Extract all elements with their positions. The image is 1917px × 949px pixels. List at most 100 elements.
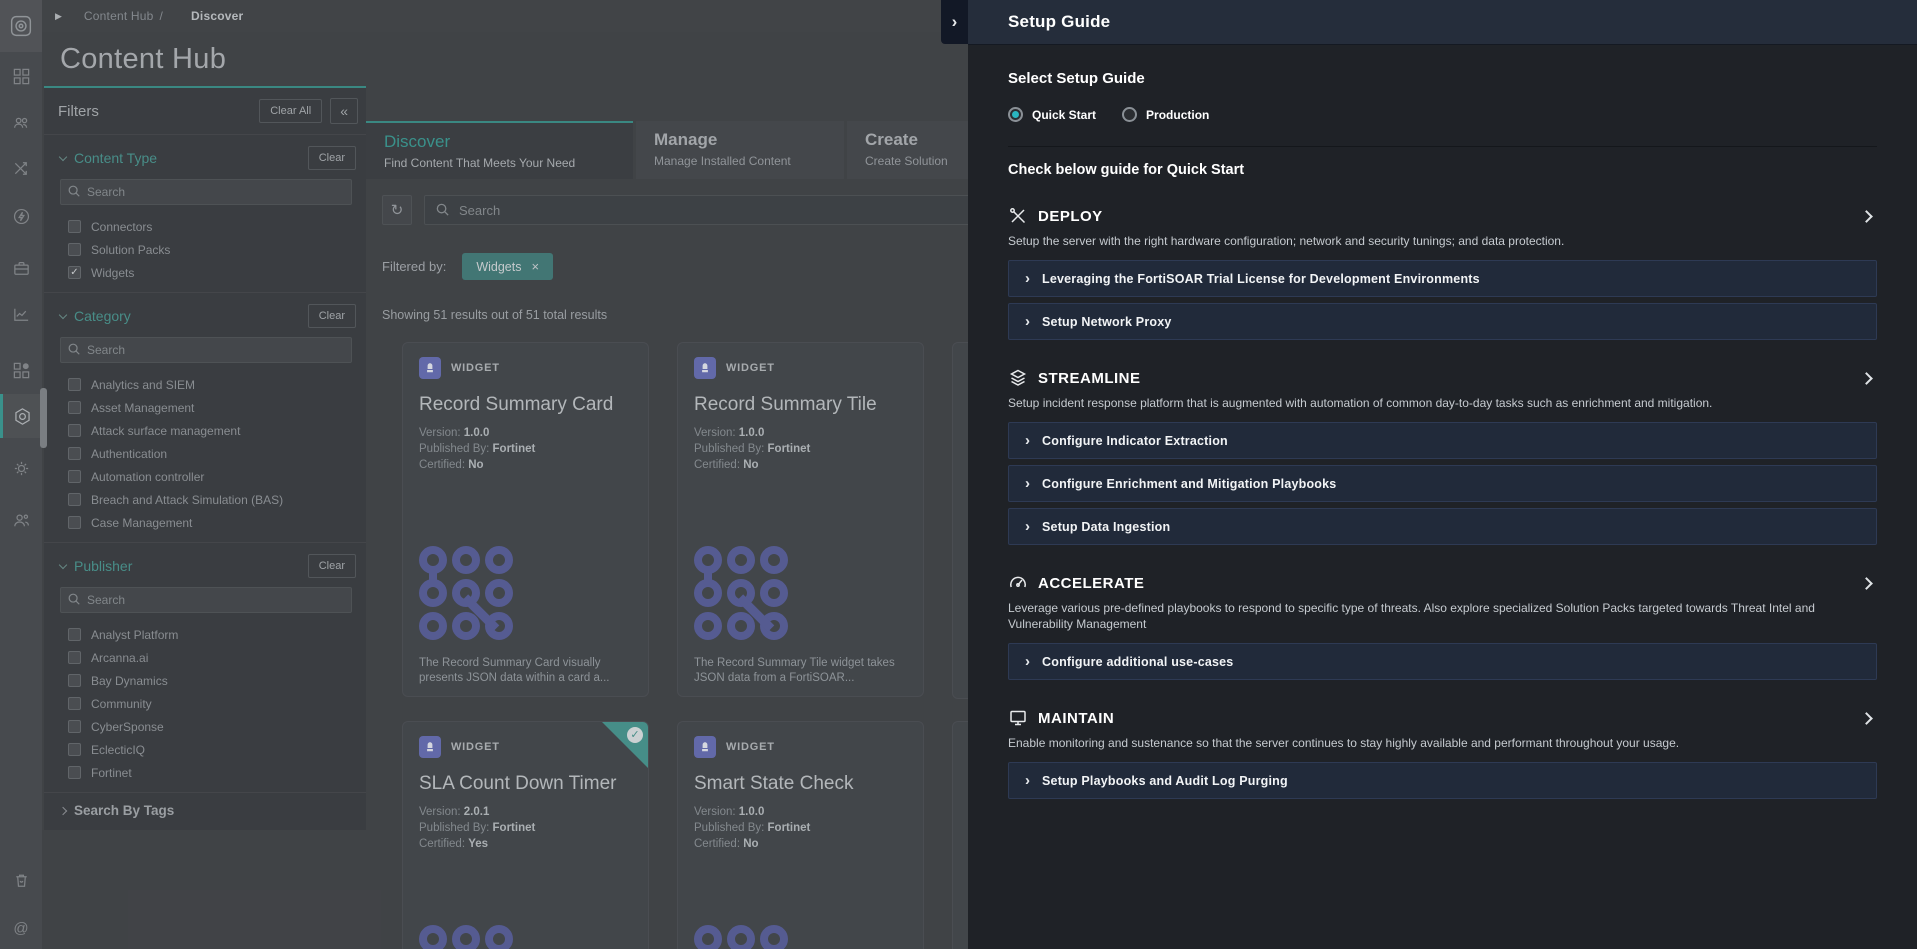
radio-quick-start[interactable]: Quick Start [1008, 107, 1096, 122]
filter-option[interactable]: Analyst Platform [68, 623, 356, 646]
chevron-down-icon[interactable] [59, 153, 67, 161]
chevron-right-icon[interactable] [1860, 372, 1873, 385]
content-card[interactable]: WIDGET SLA Count Down Timer Version: 2.0… [402, 721, 649, 949]
refresh-button[interactable]: ↻ [382, 195, 412, 225]
filter-option[interactable]: Arcanna.ai [68, 646, 356, 669]
checkbox[interactable] [68, 674, 81, 687]
checkbox[interactable]: ✓ [68, 266, 81, 279]
help-icon[interactable]: @ [0, 910, 42, 946]
checkbox[interactable] [68, 720, 81, 733]
playbooks-icon[interactable] [0, 150, 42, 186]
tab-manage[interactable]: Manage Manage Installed Content [636, 121, 844, 179]
clear-section-button[interactable]: Clear [308, 554, 356, 578]
checkbox[interactable] [68, 470, 81, 483]
publisher-search-input[interactable] [60, 587, 352, 613]
checkbox[interactable] [68, 628, 81, 641]
speedometer-icon [1008, 573, 1028, 593]
collapse-filters-button[interactable]: « [330, 98, 358, 124]
content-card[interactable]: WIDGET Record Summary Card Version: 1.0.… [402, 342, 649, 697]
chevron-down-icon[interactable] [59, 561, 67, 569]
resources-icon[interactable] [0, 250, 42, 286]
published-by-label: Published By: [694, 443, 764, 455]
filter-option-label: Community [91, 697, 152, 711]
guide-step[interactable]: › Setup Data Ingestion [1008, 508, 1877, 545]
content-card[interactable]: WIDGET Smart State Check Version: 1.0.0 … [677, 721, 924, 949]
chevron-right-icon[interactable] [1860, 577, 1873, 590]
filter-section-title[interactable]: Category [74, 308, 308, 324]
filter-option[interactable]: Bay Dynamics [68, 669, 356, 692]
settings-icon[interactable] [0, 450, 42, 486]
reports-icon[interactable] [0, 296, 42, 332]
filter-option[interactable]: Fortinet [68, 761, 356, 784]
clear-all-button[interactable]: Clear All [259, 99, 322, 123]
checkbox[interactable] [68, 424, 81, 437]
category-search-input[interactable] [60, 337, 352, 363]
filter-option[interactable]: ✓ Widgets [68, 261, 356, 284]
radio-icon[interactable] [1008, 107, 1023, 122]
filter-option-label: Fortinet [91, 766, 132, 780]
guide-section-description: Enable monitoring and sustenance so that… [1008, 735, 1877, 751]
guide-step[interactable]: › Setup Network Proxy [1008, 303, 1877, 340]
filter-option[interactable]: Case Management [68, 511, 356, 534]
checkbox[interactable] [68, 766, 81, 779]
filter-section-title[interactable]: Publisher [74, 558, 308, 574]
filters-scrollbar-thumb[interactable] [40, 388, 47, 448]
filter-option-label: CyberSponse [91, 720, 164, 734]
content-type-search-input[interactable] [60, 179, 352, 205]
filter-option[interactable]: Solution Packs [68, 238, 356, 261]
filter-option[interactable]: EclecticIQ [68, 738, 356, 761]
filter-option[interactable]: Asset Management [68, 396, 356, 419]
filter-chip-widgets[interactable]: Widgets × [462, 253, 553, 280]
divider [1008, 146, 1877, 147]
guide-step[interactable]: › Configure additional use-cases [1008, 643, 1877, 680]
recycle-bin-icon[interactable] [0, 862, 42, 898]
user-management-icon[interactable] [0, 502, 42, 538]
guide-step[interactable]: › Setup Playbooks and Audit Log Purging [1008, 762, 1877, 799]
search-by-tags-toggle[interactable]: Search By Tags [44, 792, 366, 828]
filter-section-title[interactable]: Content Type [74, 150, 308, 166]
filter-option[interactable]: CyberSponse [68, 715, 356, 738]
checkbox[interactable] [68, 743, 81, 756]
queues-icon[interactable] [0, 104, 42, 140]
checkbox[interactable] [68, 401, 81, 414]
breadcrumb-root[interactable]: Content Hub [84, 9, 154, 23]
filter-option[interactable]: Automation controller [68, 465, 356, 488]
checkbox[interactable] [68, 243, 81, 256]
content-card[interactable]: WIDGET Record Summary Tile Version: 1.0.… [677, 342, 924, 697]
chevron-down-icon[interactable] [59, 311, 67, 319]
remove-filter-icon[interactable]: × [531, 259, 539, 274]
tab-label: Manage [654, 130, 826, 150]
guide-step[interactable]: › Configure Indicator Extraction [1008, 422, 1877, 459]
filter-option[interactable]: Community [68, 692, 356, 715]
checkbox[interactable] [68, 220, 81, 233]
tab-discover[interactable]: Discover Find Content That Meets Your Ne… [366, 121, 633, 179]
guide-step[interactable]: › Leveraging the FortiSOAR Trial License… [1008, 260, 1877, 297]
app-logo-icon[interactable] [0, 0, 42, 52]
checkbox[interactable] [68, 697, 81, 710]
chevron-right-icon[interactable] [1860, 210, 1873, 223]
checkbox[interactable] [68, 447, 81, 460]
guide-step[interactable]: › Configure Enrichment and Mitigation Pl… [1008, 465, 1877, 502]
breadcrumb-current: Discover [191, 9, 243, 23]
checkbox[interactable] [68, 378, 81, 391]
clear-section-button[interactable]: Clear [308, 304, 356, 328]
radio-icon[interactable] [1122, 107, 1137, 122]
filter-option[interactable]: Attack surface management [68, 419, 356, 442]
checkbox[interactable] [68, 516, 81, 529]
filter-option[interactable]: Authentication [68, 442, 356, 465]
filter-option[interactable]: Breach and Attack Simulation (BAS) [68, 488, 356, 511]
collapse-setup-guide-button[interactable]: › [941, 0, 968, 44]
automation-icon[interactable] [0, 198, 42, 234]
certified-value: No [743, 459, 758, 471]
chevron-right-icon[interactable] [1860, 712, 1873, 725]
checkbox[interactable] [68, 493, 81, 506]
checkbox[interactable] [68, 651, 81, 664]
clear-section-button[interactable]: Clear [308, 146, 356, 170]
radio-production[interactable]: Production [1122, 107, 1209, 122]
widget-library-icon[interactable] [0, 352, 42, 388]
expand-sidebar-icon[interactable]: ▶ [55, 11, 62, 22]
filter-option[interactable]: Analytics and SIEM [68, 373, 356, 396]
dashboard-icon[interactable] [0, 58, 42, 94]
content-hub-icon[interactable] [0, 394, 42, 438]
filter-option[interactable]: Connectors [68, 215, 356, 238]
